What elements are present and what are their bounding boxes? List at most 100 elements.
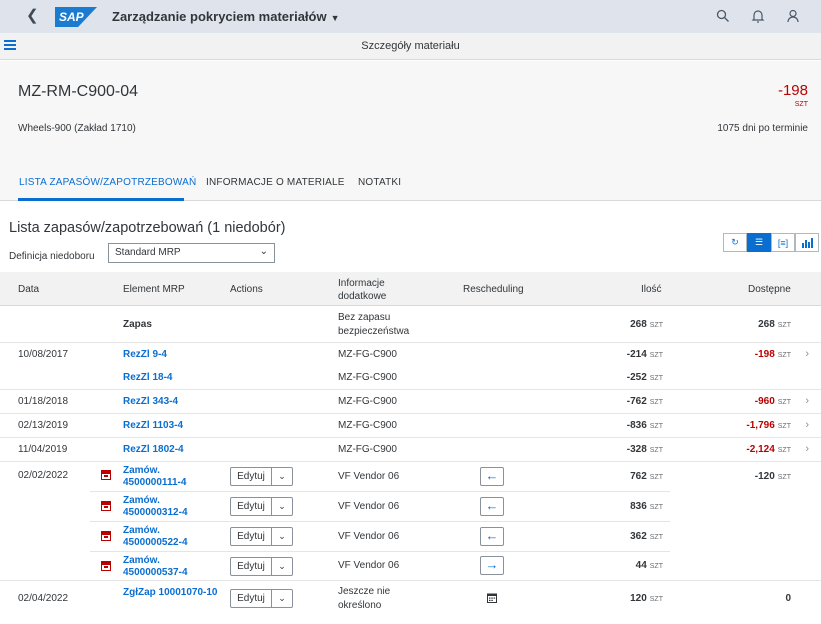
chevron-down-icon[interactable]: ⌄ <box>272 558 292 575</box>
info-text: VF Vendor 06 <box>338 560 400 571</box>
back-icon[interactable]: ❮ <box>26 8 42 24</box>
element-link[interactable]: Zamów. 4500000537-4 <box>123 555 208 579</box>
quantity: 762 SZT <box>630 471 663 482</box>
col-date: Data <box>18 284 40 295</box>
app-title: Zarządzanie pokryciem materiałów <box>112 9 327 24</box>
info-text: MZ-FG-C900 <box>338 349 397 360</box>
view-toolbar: ↻ ☰ [≡] <box>723 233 819 252</box>
quantity: 268 SZT <box>630 319 663 330</box>
chevron-right-icon[interactable]: › <box>805 443 809 455</box>
table-row[interactable]: 02/13/2019 RezZl 1103-4 MZ-FG-C900 -836 S… <box>0 414 821 438</box>
quantity: -328 SZT <box>626 444 663 455</box>
date: 02/02/2022 <box>18 470 69 481</box>
quantity: 120 SZT <box>630 593 663 604</box>
element-link[interactable]: RezZl 18-4 <box>123 372 172 383</box>
edit-split-button[interactable]: Edytuj ⌄ <box>230 527 293 546</box>
table-row[interactable]: 01/18/2018 RezZl 343-4 MZ-FG-C900 -762 SZ… <box>0 390 821 414</box>
chevron-down-icon[interactable]: ⌄ <box>272 528 292 545</box>
available: -198 SZT <box>754 349 791 360</box>
reschedule-earlier-button[interactable]: ← <box>480 527 504 546</box>
col-quantity: Ilość <box>641 284 662 295</box>
info-text: MZ-FG-C900 <box>338 420 397 431</box>
caret-down-icon: ▼ <box>330 13 340 23</box>
quantity: -836 SZT <box>626 420 663 431</box>
table-header: Data Element MRP Actions Informacje doda… <box>0 272 821 306</box>
col-info: Informacje dodatkowe <box>338 278 387 302</box>
info-text: Jeszcze nie określono <box>338 586 391 611</box>
col-rescheduling: Rescheduling <box>463 284 524 295</box>
info-text: Bez zapasu bezpieczeństwa <box>338 312 410 337</box>
col-actions: Actions <box>230 284 263 295</box>
list-view-icon[interactable]: ☰ <box>747 233 771 252</box>
app-title-menu[interactable]: Zarządzanie pokryciem materiałów ▼ <box>112 9 340 24</box>
edit-split-button[interactable]: Edytuj ⌄ <box>230 589 293 608</box>
bell-icon[interactable] <box>751 9 765 23</box>
edit-button-label[interactable]: Edytuj <box>231 590 272 607</box>
user-icon[interactable] <box>786 9 800 23</box>
date: 01/18/2018 <box>18 396 69 407</box>
tab-material-info[interactable]: INFORMACJE O MATERIALE <box>206 177 345 188</box>
edit-button-label[interactable]: Edytuj <box>231 468 272 485</box>
edit-button-label[interactable]: Edytuj <box>231 498 272 515</box>
available: -1,796 SZT <box>746 420 791 431</box>
reschedule-earlier-button[interactable]: ← <box>480 497 504 516</box>
table-row: Zamów. 4500000312-4 Edytuj ⌄ VF Vendor 06… <box>0 492 821 522</box>
tab-notes[interactable]: NOTATKI <box>358 177 401 188</box>
edit-split-button[interactable]: Edytuj ⌄ <box>230 497 293 516</box>
info-text: MZ-FG-C900 <box>338 396 397 407</box>
date: 11/04/2019 <box>18 444 68 455</box>
element-link[interactable]: ZgłZap 10001070-10 <box>123 586 218 599</box>
table-row[interactable]: 11/04/2019 RezZl 1802-4 MZ-FG-C900 -328 S… <box>0 438 821 462</box>
edit-button-label[interactable]: Edytuj <box>231 558 272 575</box>
info-text: VF Vendor 06 <box>338 471 400 482</box>
chevron-down-icon[interactable]: ⌄ <box>272 498 292 515</box>
reschedule-earlier-button[interactable]: ← <box>480 467 504 486</box>
available: -2,124 SZT <box>746 444 791 455</box>
date: 02/04/2022 <box>18 593 69 604</box>
edit-split-button[interactable]: Edytuj ⌄ <box>230 557 293 576</box>
chevron-right-icon[interactable]: › <box>805 395 809 407</box>
element-link[interactable]: Zamów. 4500000312-4 <box>123 495 208 519</box>
quantity: -762 SZT <box>626 396 663 407</box>
tab-stock-requirements[interactable]: LISTA ZAPASÓW/ZAPOTRZEBOWAŃ <box>19 177 196 188</box>
element-link[interactable]: RezZl 1103-4 <box>123 420 183 431</box>
table-row: Zamów. 4500000537-4 Edytuj ⌄ VF Vendor 06… <box>0 552 821 581</box>
edit-button-label[interactable]: Edytuj <box>231 528 272 545</box>
shortage-kpi: -198 <box>777 82 808 99</box>
details-view-icon[interactable]: [≡] <box>771 233 795 252</box>
list-title: Lista zapasów/zapotrzebowań (1 niedobór) <box>9 220 286 236</box>
element-link[interactable]: Zamów. 4500000522-4 <box>123 525 208 549</box>
table-row[interactable]: 10/08/2017 RezZl 9-4 MZ-FG-C900 -214 SZT … <box>0 343 821 366</box>
reschedule-later-button[interactable]: → <box>480 556 504 575</box>
chevron-right-icon[interactable]: › <box>805 419 809 431</box>
chevron-down-icon[interactable]: ⌄ <box>272 590 292 607</box>
element-link[interactable]: Zamów. 4500000111-4 <box>123 465 208 489</box>
date: 10/08/2017 <box>18 349 69 360</box>
chevron-down-icon[interactable]: ⌄ <box>272 468 292 485</box>
chevron-right-icon[interactable]: › <box>805 348 809 360</box>
purchase-order-icon <box>101 501 111 511</box>
edit-split-button[interactable]: Edytuj ⌄ <box>230 467 293 486</box>
col-available: Dostępne <box>748 284 791 295</box>
purchase-order-icon <box>101 470 111 480</box>
table-row[interactable]: RezZl 18-4 MZ-FG-C900 -252 SZT <box>0 366 821 390</box>
search-icon[interactable] <box>716 9 730 23</box>
chart-view-icon[interactable] <box>795 233 819 252</box>
calendar-icon <box>487 593 497 606</box>
available: 268 SZT <box>758 319 791 330</box>
table-row: Zamów. 4500000522-4 Edytuj ⌄ VF Vendor 06… <box>0 522 821 552</box>
element-link[interactable]: RezZl 343-4 <box>123 396 178 407</box>
element-link[interactable]: RezZl 1802-4 <box>123 444 184 455</box>
quantity: 836 SZT <box>630 501 663 512</box>
purchase-order-icon <box>101 531 111 541</box>
quantity: 44 SZT <box>635 560 663 571</box>
element-link[interactable]: RezZl 9-4 <box>123 349 167 360</box>
shell-bar: ❮ SAP Zarządzanie pokryciem materiałów ▼ <box>0 0 821 33</box>
object-header: MZ-RM-C900-04 Wheels-900 (Zakład 1710) -… <box>0 61 821 156</box>
shortage-kpi-unit: SZT <box>794 101 808 108</box>
refresh-icon[interactable]: ↻ <box>723 233 747 252</box>
table-row: Zapas Bez zapasu bezpieczeństwa 268 SZT 2… <box>0 306 821 343</box>
shortage-definition-select[interactable]: Standard MRP ⌄ <box>108 243 275 263</box>
quantity: -252 SZT <box>626 372 663 383</box>
material-description: Wheels-900 (Zakład 1710) <box>18 123 136 134</box>
